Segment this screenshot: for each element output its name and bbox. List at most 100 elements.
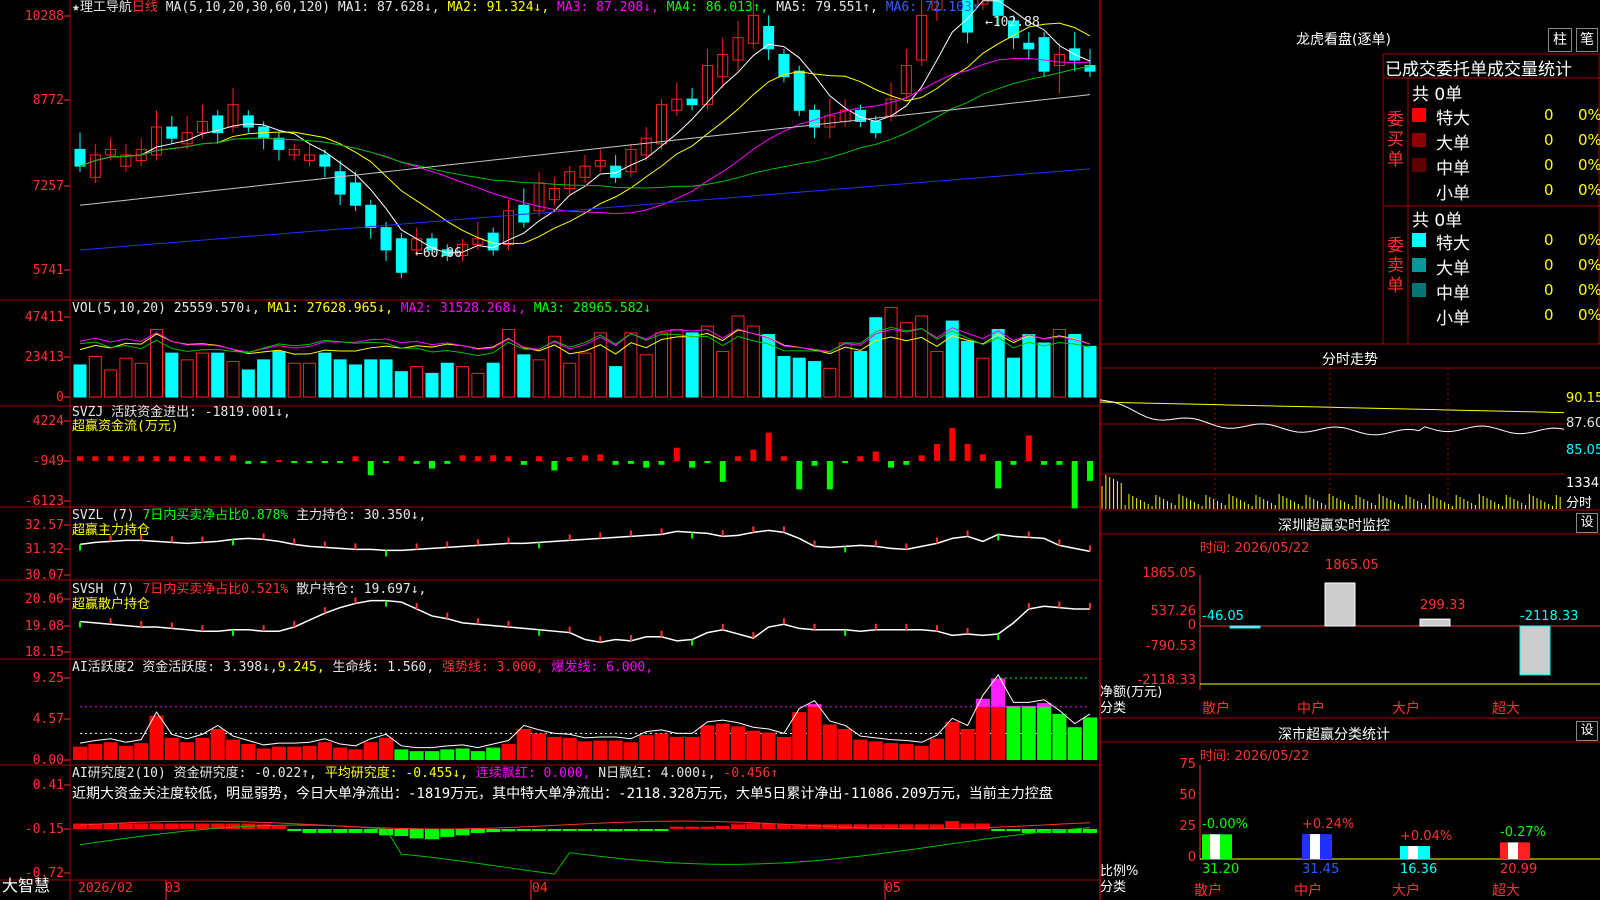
research-bar bbox=[409, 829, 424, 839]
activity-bar bbox=[1067, 727, 1082, 760]
money-flow-bar bbox=[275, 460, 282, 463]
activity-bar bbox=[164, 737, 179, 760]
money-flow-bar bbox=[765, 432, 772, 461]
order-size-label: 特大 bbox=[1436, 234, 1470, 254]
y-axis-label: 23413 bbox=[25, 350, 64, 365]
tab-filled[interactable]: 已成交 bbox=[1385, 60, 1436, 80]
volume-bar bbox=[517, 354, 531, 398]
research-bar bbox=[593, 829, 608, 831]
sell-orders-label: 委卖单 bbox=[1387, 236, 1404, 296]
stats-settings-button[interactable]: 设 bbox=[1576, 721, 1598, 741]
svsh-sub: 超赢散户持仓 bbox=[72, 597, 151, 612]
monitor-settings-button[interactable]: 设 bbox=[1576, 513, 1598, 533]
activity-bar bbox=[256, 748, 271, 760]
volume-bar bbox=[364, 359, 378, 398]
y-axis-label: 9.25 bbox=[33, 671, 64, 686]
research-bar bbox=[685, 826, 700, 829]
monitor-category: 大户 bbox=[1392, 701, 1420, 717]
stats-pct: +0.24% bbox=[1302, 817, 1355, 833]
volume-bar bbox=[1006, 357, 1020, 398]
ai2-header: AI研究度2(10) 资金研究度: -0.022↑, 平均研究度: -0.455… bbox=[72, 766, 779, 781]
research-bar bbox=[578, 829, 592, 831]
order-size-swatch bbox=[1412, 158, 1426, 172]
research-bar bbox=[608, 829, 623, 832]
activity-bar bbox=[578, 741, 592, 760]
tab-volume[interactable]: 成交量 bbox=[1487, 60, 1538, 80]
money-flow-bar bbox=[918, 455, 925, 461]
order-percent: 0% bbox=[1578, 156, 1600, 174]
stats-value: 16.36 bbox=[1400, 862, 1438, 877]
intraday-axis-0: 90.15 bbox=[1566, 391, 1600, 406]
volume-bar bbox=[287, 362, 301, 398]
order-size-label: 大单 bbox=[1436, 134, 1470, 154]
ma1-value: MA1: 87.628↓, bbox=[337, 0, 440, 15]
activity-bar bbox=[975, 698, 990, 760]
candle-body bbox=[319, 154, 331, 167]
order-size-label: 大单 bbox=[1436, 259, 1470, 279]
y-axis-label: 4.57 bbox=[33, 712, 64, 727]
stats-bar-hl bbox=[1508, 842, 1518, 859]
ma-line-3 bbox=[79, 57, 1091, 215]
stats-category: 散户 bbox=[1194, 883, 1222, 899]
volume-bar bbox=[410, 366, 424, 398]
activity-bar bbox=[639, 735, 654, 760]
money-flow-bar bbox=[627, 461, 634, 464]
date-label-0: 2026/02 bbox=[78, 881, 133, 896]
order-count: 0 bbox=[1544, 306, 1554, 324]
tab-orders[interactable]: 委托单 bbox=[1436, 60, 1487, 80]
money-flow-bar bbox=[505, 456, 512, 461]
money-flow-bar bbox=[138, 456, 145, 461]
column-view-button[interactable]: 柱 bbox=[1548, 28, 1572, 52]
candle-body bbox=[395, 238, 407, 273]
order-size-label: 小单 bbox=[1436, 309, 1470, 329]
order-size-label: 中单 bbox=[1436, 284, 1470, 304]
research-bar bbox=[945, 821, 960, 829]
research-bar bbox=[394, 829, 409, 837]
stats-axis-label: 0 bbox=[1187, 850, 1196, 865]
activity-bar bbox=[1052, 713, 1067, 760]
money-flow-bar bbox=[122, 456, 129, 461]
ma-params: MA(5,10,20,30,60,120) bbox=[165, 0, 331, 15]
y-axis-label: 8772 bbox=[33, 93, 64, 108]
candle-body bbox=[686, 98, 698, 106]
money-flow-bar bbox=[643, 461, 650, 468]
monitor-value: -2118.33 bbox=[1520, 609, 1579, 624]
research-bar bbox=[669, 826, 684, 829]
volume-bar bbox=[1083, 345, 1097, 398]
volume-bar bbox=[272, 350, 286, 398]
money-flow-bar bbox=[1010, 461, 1017, 465]
research-bar bbox=[256, 824, 271, 829]
tick-view-button[interactable]: 笔 bbox=[1576, 28, 1598, 52]
y-axis-label: 32.57 bbox=[25, 518, 64, 533]
intraday-avg-line bbox=[1099, 401, 1565, 414]
ai2-commentary: 近期大资金关注度较低，明显弱势，今日大单净流出：-1819万元，其中特大单净流出… bbox=[72, 786, 1053, 802]
candle-body bbox=[1023, 42, 1035, 50]
stats-category: 超大 bbox=[1492, 883, 1520, 899]
research-bar bbox=[914, 824, 929, 829]
main-chart-area[interactable]: 10288 8772 7257 5741 47411 23413 0 4224 -949 -612… bbox=[0, 0, 1600, 900]
research-bar bbox=[761, 823, 776, 829]
money-flow-bar bbox=[536, 456, 543, 461]
activity-bar bbox=[302, 745, 317, 760]
activity-bar bbox=[746, 730, 761, 760]
volume-bar bbox=[318, 352, 332, 398]
brand-logo[interactable]: 大智慧 bbox=[2, 878, 50, 894]
tab-stats[interactable]: 统计 bbox=[1538, 60, 1572, 80]
research-bar bbox=[746, 823, 761, 829]
stock-name[interactable]: 理工导航 bbox=[80, 0, 132, 15]
money-flow-bar bbox=[842, 461, 849, 463]
research-bar bbox=[455, 829, 470, 836]
monitor-axis-label: 537.26 bbox=[1150, 604, 1197, 619]
activity-bar bbox=[241, 744, 256, 760]
monitor-bar-1 bbox=[1324, 582, 1356, 627]
candle-body bbox=[763, 26, 775, 50]
activity-burst bbox=[1037, 703, 1052, 707]
research-bar bbox=[776, 824, 791, 829]
volume-bar bbox=[578, 352, 592, 398]
volume-bar bbox=[333, 359, 347, 398]
star-icon[interactable]: ★ bbox=[72, 0, 80, 15]
intraday-vol: 1334 bbox=[1566, 476, 1600, 491]
y-axis-label: 5741 bbox=[33, 263, 64, 278]
period-label[interactable]: 日线 bbox=[132, 0, 158, 15]
money-flow-bar bbox=[566, 457, 573, 461]
